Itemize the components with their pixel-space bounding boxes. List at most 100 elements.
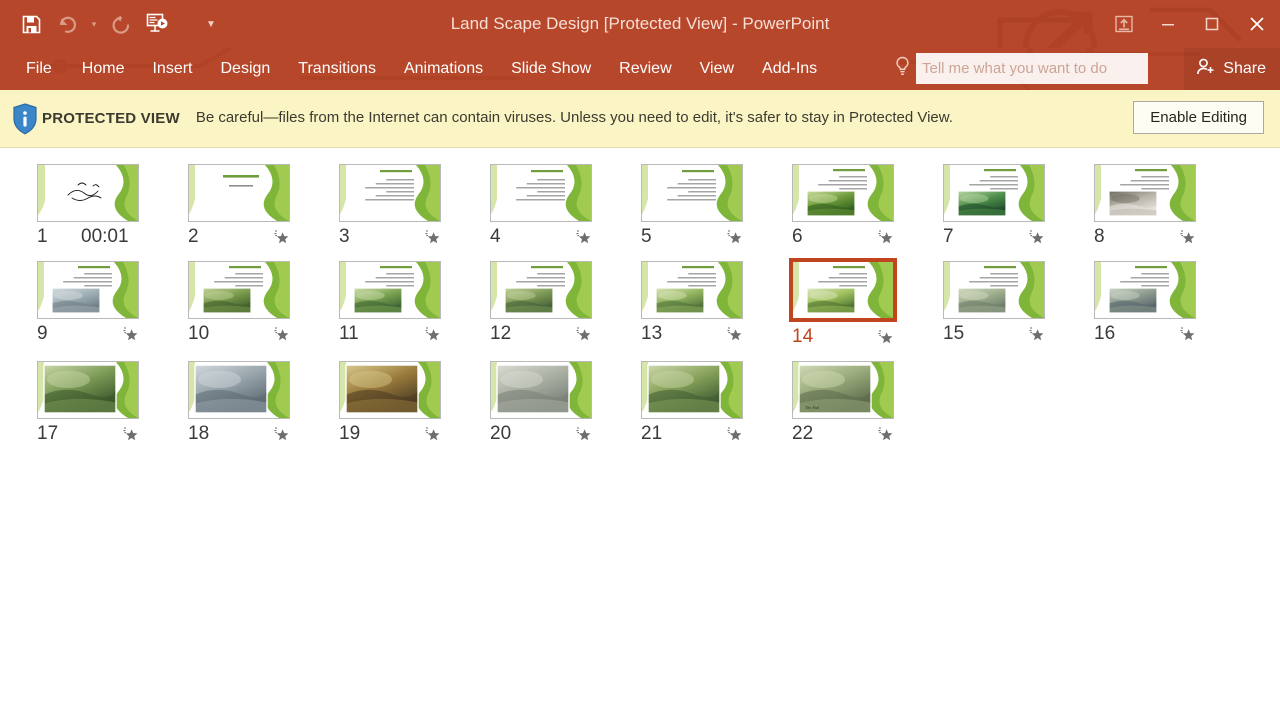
customize-quick-access-toolbar-icon[interactable]: ▼ (198, 7, 224, 41)
slide-preview-16 (1095, 262, 1195, 318)
slide-thumbnail-image-20[interactable] (490, 361, 592, 419)
tab-transitions[interactable]: Transitions (284, 48, 390, 90)
slide-thumbnail-22[interactable]: The End 22 (777, 361, 928, 449)
slide-thumbnail-8[interactable]: 8 (1079, 164, 1230, 252)
undo-dropdown-icon[interactable]: ▾ (86, 7, 102, 41)
slide-transition-star-2[interactable] (273, 229, 290, 246)
slide-preview-2 (189, 165, 289, 221)
slide-thumbnail-1[interactable]: 1 00:01 (22, 164, 173, 252)
slide-thumbnail-15[interactable]: 15 (928, 261, 1079, 352)
tell-me-input[interactable] (916, 53, 1148, 84)
slide-transition-star-12[interactable] (575, 326, 592, 343)
window-controls[interactable] (1102, 0, 1280, 48)
slide-thumbnail-image-17[interactable] (37, 361, 139, 419)
slide-transition-star-15[interactable] (1028, 326, 1045, 343)
slide-thumbnail-image-22[interactable]: The End (792, 361, 894, 419)
slide-transition-star-3[interactable] (424, 229, 441, 246)
undo-icon[interactable] (50, 7, 84, 41)
slide-transition-star-21[interactable] (726, 426, 743, 443)
slide-thumbnail-6[interactable]: 6 (777, 164, 928, 252)
start-presentation-icon[interactable] (140, 7, 174, 41)
redo-icon[interactable] (104, 7, 138, 41)
slide-thumbnail-20[interactable]: 20 (475, 361, 626, 449)
slide-transition-star-4[interactable] (575, 229, 592, 246)
slide-thumbnail-image-8[interactable] (1094, 164, 1196, 222)
slide-thumbnail-14[interactable]: 14 (777, 258, 928, 352)
slide-grid[interactable]: 1 00:01 2 3 4 5 6 7 8 9 10 11 12 13 14 1… (22, 164, 1280, 458)
slide-transition-star-5[interactable] (726, 229, 743, 246)
slide-thumbnail-image-13[interactable] (641, 261, 743, 319)
slide-thumbnail-4[interactable]: 4 (475, 164, 626, 252)
tab-design[interactable]: Design (206, 48, 284, 90)
slide-thumbnail-image-4[interactable] (490, 164, 592, 222)
ribbon-display-options-icon[interactable] (1102, 4, 1146, 44)
slide-transition-star-6[interactable] (877, 229, 894, 246)
slide-transition-star-18[interactable] (273, 426, 290, 443)
slide-transition-star-7[interactable] (1028, 229, 1045, 246)
slide-transition-star-14[interactable] (877, 329, 894, 346)
slide-thumbnail-18[interactable]: 18 (173, 361, 324, 449)
slide-thumbnail-image-7[interactable] (943, 164, 1045, 222)
slide-thumbnail-image-12[interactable] (490, 261, 592, 319)
tab-add-ins[interactable]: Add-Ins (748, 48, 831, 90)
slide-thumbnail-21[interactable]: 21 (626, 361, 777, 449)
slide-thumbnail-19[interactable]: 19 (324, 361, 475, 449)
slide-thumbnail-image-10[interactable] (188, 261, 290, 319)
slide-number-7: 7 (943, 226, 954, 247)
slide-thumbnail-12[interactable]: 12 (475, 261, 626, 352)
slide-thumbnail-image-15[interactable] (943, 261, 1045, 319)
slide-thumbnail-image-1[interactable] (37, 164, 139, 222)
tab-slide-show[interactable]: Slide Show (497, 48, 605, 90)
slide-preview-10 (189, 262, 289, 318)
slide-thumbnail-16[interactable]: 16 (1079, 261, 1230, 352)
tab-insert[interactable]: Insert (138, 48, 206, 90)
slide-number-3: 3 (339, 226, 350, 247)
quick-access-toolbar[interactable]: ▾ ▼ (0, 7, 224, 41)
slide-thumbnail-17[interactable]: 17 (22, 361, 173, 449)
slide-transition-star-17[interactable] (122, 426, 139, 443)
slide-thumbnail-7[interactable]: 7 (928, 164, 1079, 252)
slide-thumbnail-image-16[interactable] (1094, 261, 1196, 319)
slide-thumbnail-image-9[interactable] (37, 261, 139, 319)
slide-thumbnail-image-21[interactable] (641, 361, 743, 419)
slide-thumbnail-image-6[interactable] (792, 164, 894, 222)
slide-thumbnail-10[interactable]: 10 (173, 261, 324, 352)
slide-transition-star-11[interactable] (424, 326, 441, 343)
slide-sorter-pane[interactable]: 1 00:01 2 3 4 5 6 7 8 9 10 11 12 13 14 1… (0, 148, 1280, 720)
close-icon[interactable] (1234, 4, 1280, 44)
slide-thumbnail-image-5[interactable] (641, 164, 743, 222)
slide-transition-star-16[interactable] (1179, 326, 1196, 343)
slide-transition-star-20[interactable] (575, 426, 592, 443)
slide-transition-star-13[interactable] (726, 326, 743, 343)
slide-thumbnail-image-11[interactable] (339, 261, 441, 319)
tab-view[interactable]: View (686, 48, 748, 90)
slide-transition-star-22[interactable] (877, 426, 894, 443)
tab-review[interactable]: Review (605, 48, 685, 90)
transition-star-icon (425, 326, 440, 340)
slide-transition-star-8[interactable] (1179, 229, 1196, 246)
ribbon-tabs[interactable]: File Home Insert Design Transitions Anim… (0, 48, 831, 90)
slide-thumbnail-3[interactable]: 3 (324, 164, 475, 252)
save-icon[interactable] (14, 7, 48, 41)
tell-me-search[interactable] (894, 53, 1148, 84)
tab-animations[interactable]: Animations (390, 48, 497, 90)
slide-transition-star-9[interactable] (122, 326, 139, 343)
slide-thumbnail-image-14[interactable] (789, 258, 897, 322)
slide-thumbnail-image-18[interactable] (188, 361, 290, 419)
enable-editing-button[interactable]: Enable Editing (1133, 101, 1264, 134)
slide-thumbnail-image-3[interactable] (339, 164, 441, 222)
slide-thumbnail-5[interactable]: 5 (626, 164, 777, 252)
slide-thumbnail-13[interactable]: 13 (626, 261, 777, 352)
slide-thumbnail-image-19[interactable] (339, 361, 441, 419)
tab-file[interactable]: File (0, 48, 68, 90)
slide-thumbnail-9[interactable]: 9 (22, 261, 173, 352)
slide-thumbnail-11[interactable]: 11 (324, 261, 475, 352)
slide-thumbnail-2[interactable]: 2 (173, 164, 324, 252)
slide-thumbnail-image-2[interactable] (188, 164, 290, 222)
minimize-icon[interactable] (1146, 4, 1190, 44)
slide-transition-star-19[interactable] (424, 426, 441, 443)
restore-icon[interactable] (1190, 4, 1234, 44)
share-button[interactable]: Share (1184, 48, 1280, 90)
tab-home[interactable]: Home (68, 48, 139, 90)
slide-transition-star-10[interactable] (273, 326, 290, 343)
